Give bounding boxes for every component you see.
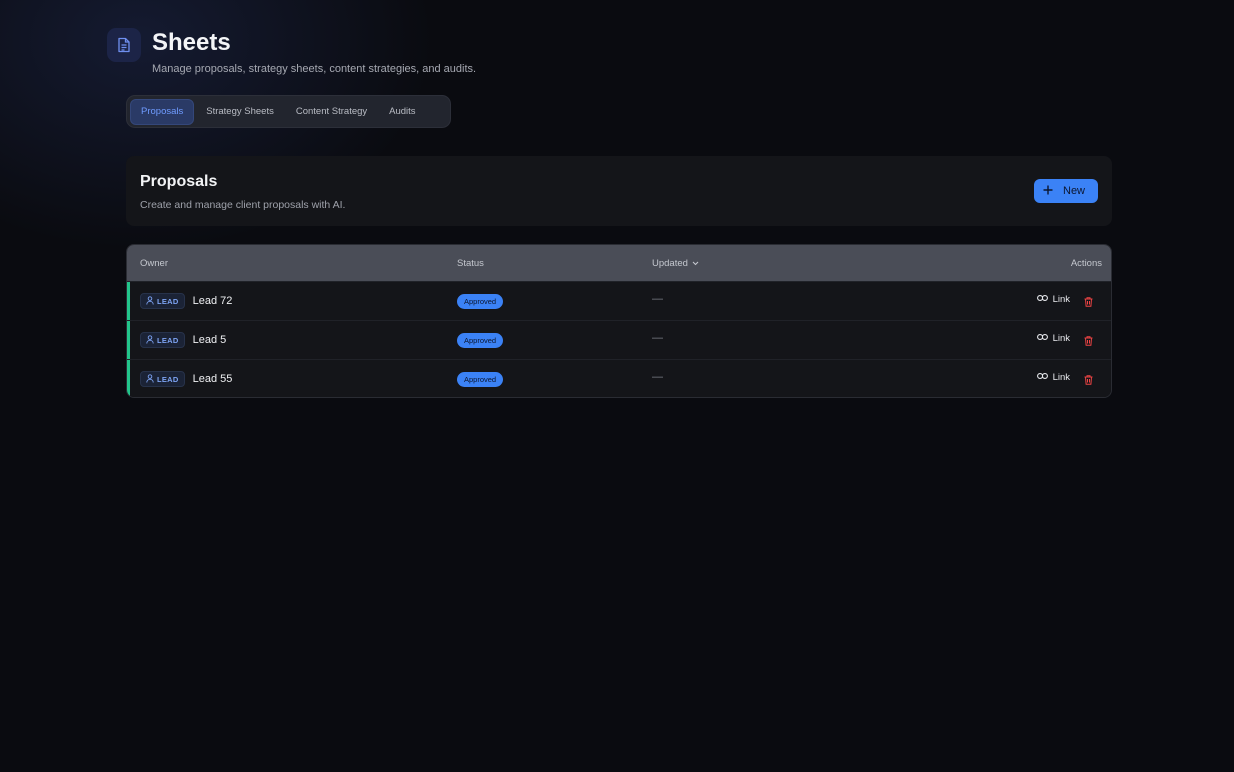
table-header: Owner Status Updated Actions: [127, 245, 1111, 281]
column-updated: Updated: [652, 258, 688, 269]
user-icon: [146, 373, 154, 385]
link-icon: [1036, 372, 1048, 383]
new-proposal-button[interactable]: New: [1034, 179, 1098, 203]
owner-cell: LEAD Lead 72: [140, 293, 232, 309]
lead-name: Lead 72: [192, 295, 233, 307]
lead-name: Lead 55: [192, 373, 233, 385]
updated-value: —: [652, 371, 663, 383]
lead-badge: LEAD: [140, 371, 185, 387]
user-icon: [146, 334, 154, 346]
column-updated-sort[interactable]: Updated: [652, 258, 699, 269]
status-badge: Approved: [457, 372, 504, 387]
trash-icon[interactable]: [1084, 372, 1093, 390]
lead-badge: LEAD: [140, 293, 185, 309]
sheet-tabs: Proposals Strategy Sheets Content Strate…: [126, 95, 451, 128]
chevron-down-icon: [692, 258, 699, 269]
copy-link-button[interactable]: Link: [1036, 294, 1070, 305]
lead-name: Lead 5: [192, 334, 227, 346]
column-actions: Actions: [1070, 258, 1102, 269]
owner-cell: LEAD Lead 5: [140, 332, 226, 348]
section-title: Proposals: [140, 173, 218, 190]
owner-cell: LEAD Lead 55: [140, 371, 232, 387]
trash-icon[interactable]: [1084, 294, 1093, 312]
proposals-table: Owner Status Updated Actions LEAD Lead 7…: [126, 244, 1112, 398]
plus-icon: [1043, 185, 1053, 198]
tab-content-strategy[interactable]: Content Strategy: [286, 99, 377, 125]
copy-link-button[interactable]: Link: [1036, 333, 1070, 344]
document-icon: [107, 28, 141, 62]
lead-badge-label: LEAD: [157, 335, 179, 345]
table-row[interactable]: LEAD Lead 72 Approved — Link: [127, 281, 1111, 320]
link-icon: [1036, 294, 1048, 305]
proposals-section-header: Proposals Create and manage client propo…: [126, 156, 1112, 226]
column-owner: Owner: [140, 258, 168, 269]
link-label: Link: [1052, 372, 1070, 383]
lead-badge-label: LEAD: [157, 296, 179, 306]
page-subtitle: Manage proposals, strategy sheets, conte…: [152, 63, 477, 75]
updated-value: —: [652, 293, 663, 305]
trash-icon[interactable]: [1084, 333, 1093, 351]
lead-badge: LEAD: [140, 332, 185, 348]
link-label: Link: [1052, 294, 1070, 305]
tab-audits[interactable]: Audits: [379, 99, 425, 125]
tab-strategy-sheets[interactable]: Strategy Sheets: [196, 99, 284, 125]
tab-proposals[interactable]: Proposals: [130, 98, 195, 125]
user-icon: [146, 295, 154, 307]
lead-badge-label: LEAD: [157, 374, 179, 384]
table-row[interactable]: LEAD Lead 5 Approved — Link: [127, 320, 1111, 359]
status-badge: Approved: [457, 294, 504, 309]
copy-link-button[interactable]: Link: [1036, 372, 1070, 383]
updated-value: —: [652, 332, 663, 344]
table-row[interactable]: LEAD Lead 55 Approved — Link: [127, 359, 1111, 397]
page-title: Sheets: [152, 29, 231, 56]
link-label: Link: [1052, 333, 1070, 344]
status-badge: Approved: [457, 333, 504, 348]
link-icon: [1036, 333, 1048, 344]
new-button-label: New: [1063, 185, 1086, 197]
section-description: Create and manage client proposals with …: [140, 199, 346, 211]
column-status: Status: [457, 258, 484, 269]
